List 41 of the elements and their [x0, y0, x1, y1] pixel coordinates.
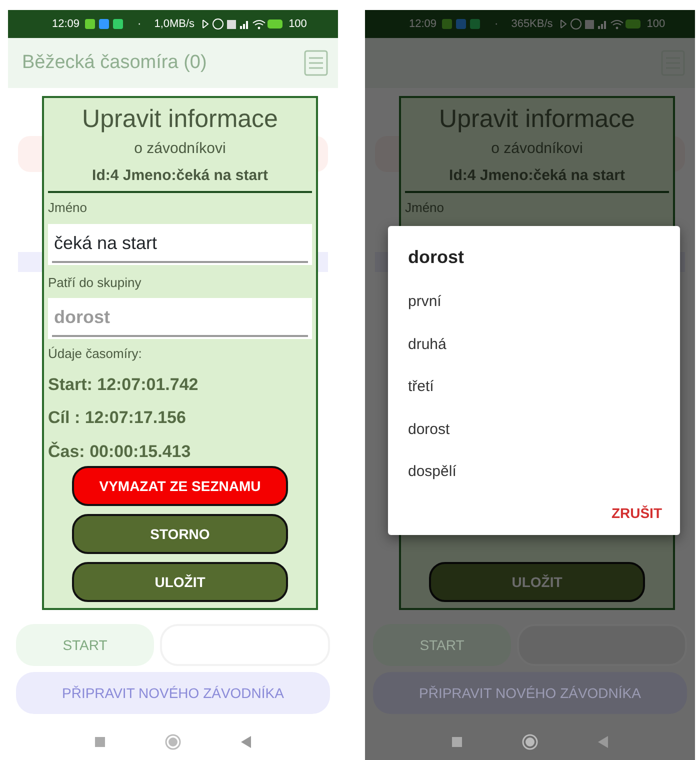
- dialog-subtitle: o závodníkovi: [133, 139, 227, 159]
- battery-level: 100: [646, 16, 666, 32]
- timing-label: Údaje časomíry:: [48, 345, 143, 363]
- network-speed: 1,0MB/s: [154, 16, 195, 32]
- home-icon: [522, 734, 538, 750]
- timing-value: Čas: 00:00:15.413: [48, 440, 192, 462]
- picker-title: dorost: [408, 246, 465, 269]
- home-icon: [165, 734, 181, 750]
- recents-icon: [95, 737, 105, 747]
- picker-option[interactable]: první: [408, 281, 660, 324]
- delete-button[interactable]: VYMAZAT ZE SEZNAMU: [72, 466, 288, 506]
- battery-level: 100: [288, 16, 307, 32]
- back-icon: [241, 736, 251, 748]
- dialog-button[interactable]: STORNO: [72, 514, 288, 554]
- picker-option[interactable]: druhá: [408, 324, 660, 366]
- picker-option[interactable]: dorost: [408, 408, 660, 451]
- cancel-button[interactable]: ZRUŠIT: [605, 502, 668, 524]
- group-label: Patří do skupiny: [48, 274, 142, 292]
- app-title: Běžecká časomíra (0): [22, 50, 207, 75]
- status-time: 12:09: [52, 16, 80, 32]
- back-icon: [598, 736, 608, 748]
- racer-id-line: Id:4 Jmeno:čeká na start: [405, 164, 669, 193]
- dialog-title: Upravit informace: [438, 104, 636, 134]
- dot-separator: ·: [494, 16, 498, 32]
- picker-option[interactable]: dospělí: [408, 451, 660, 494]
- recents-icon: [452, 737, 462, 747]
- network-speed: 365KB/s: [511, 16, 553, 32]
- status-time: 12:09: [409, 16, 437, 32]
- menu-icon: [304, 50, 328, 76]
- dialog-subtitle: o závodníkovi: [490, 139, 584, 159]
- dot-separator: ·: [138, 16, 142, 32]
- picker-option[interactable]: třetí: [408, 366, 660, 408]
- notification-icons-drawing: [442, 19, 482, 29]
- racer-id-line: Id:4 Jmeno:čeká na start: [48, 164, 312, 193]
- name-label: Jméno: [48, 199, 88, 217]
- timing-value: Cíl : 12:07:17.156: [48, 407, 187, 429]
- timing-value: Start: 12:07:01.742: [48, 374, 200, 396]
- name-label: Jméno: [405, 199, 446, 217]
- dialog-title: Upravit informace: [81, 104, 279, 134]
- dialog-button[interactable]: ULOŽIT: [72, 562, 288, 602]
- notification-icons-drawing: [84, 19, 125, 29]
